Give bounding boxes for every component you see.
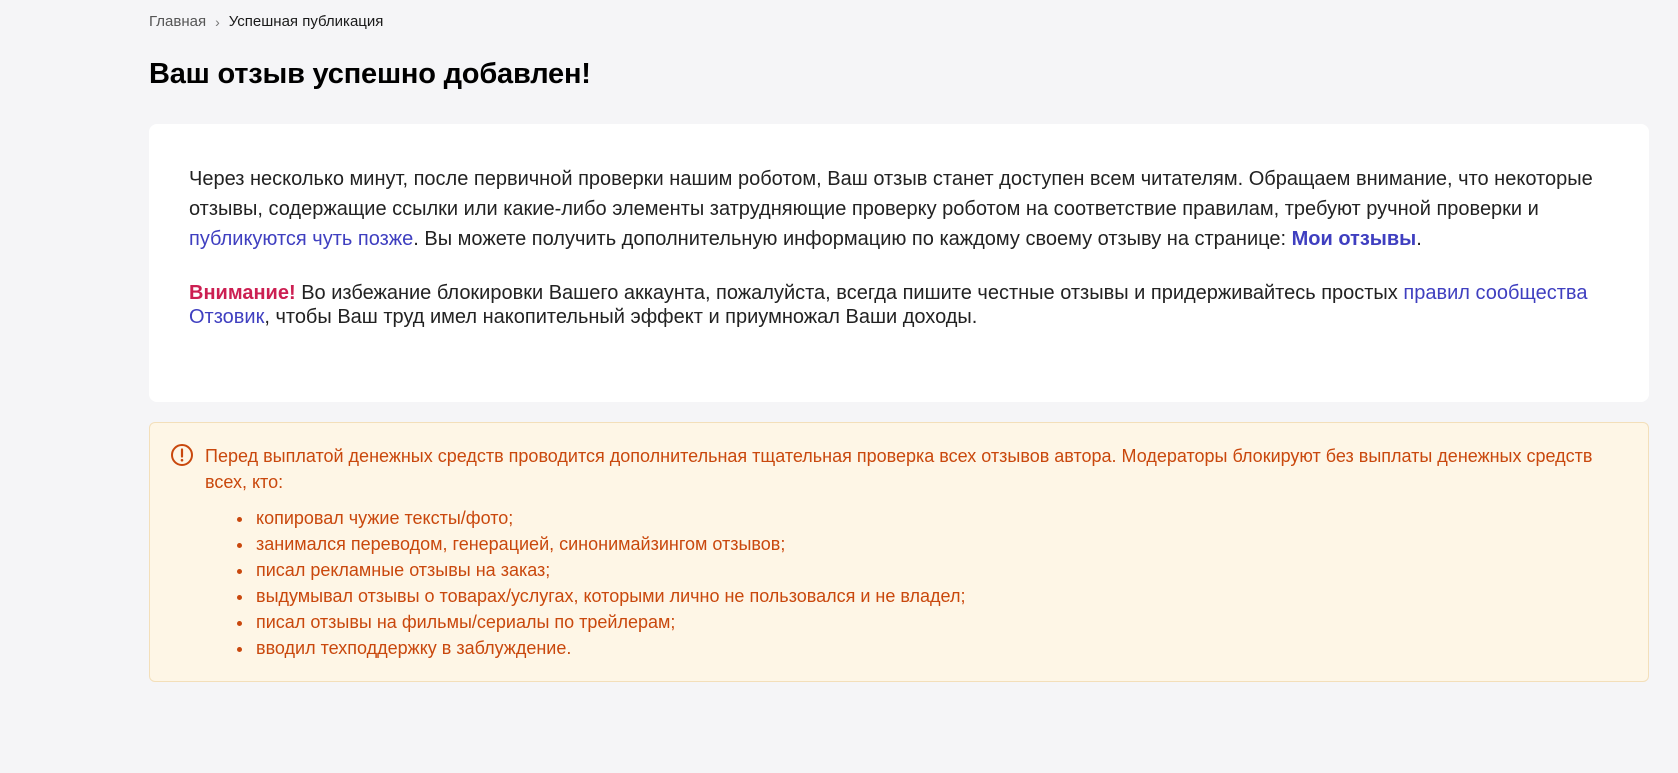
breadcrumb: Главная › Успешная публикация (149, 13, 383, 30)
list-item: вводил техподдержку в заблуждение. (254, 635, 965, 661)
warning-label: Внимание! (189, 282, 296, 304)
payout-notice: Перед выплатой денежных средств проводит… (149, 422, 1649, 682)
violations-list: копировал чужие тексты/фото; занимался п… (232, 505, 965, 661)
info-text-1: Через несколько минут, после первичной п… (189, 168, 1593, 220)
list-item: копировал чужие тексты/фото; (254, 505, 965, 531)
info-card: Через несколько минут, после первичной п… (149, 124, 1649, 402)
exclamation-circle-icon (171, 444, 193, 466)
page-title: Ваш отзыв успешно добавлен! (149, 58, 591, 90)
warning-text-1: Во избежание блокировки Вашего аккаунта,… (295, 282, 1404, 304)
list-item: выдумывал отзывы о товарах/услугах, кото… (254, 583, 965, 609)
my-reviews-link[interactable]: Мои отзывы (1292, 228, 1417, 250)
breadcrumb-separator: › (215, 13, 220, 30)
info-text-3: . (1416, 228, 1422, 250)
breadcrumb-home-link[interactable]: Главная (149, 13, 206, 30)
warning-text-2: , чтобы Ваш труд имел накопительный эффе… (264, 306, 978, 328)
breadcrumb-current: Успешная публикация (228, 13, 384, 30)
list-item: занимался переводом, генерацией, синоним… (254, 531, 965, 557)
list-item: писал рекламные отзывы на заказ; (254, 557, 965, 583)
published-later-link[interactable]: публикуются чуть позже (189, 228, 413, 250)
list-item: писал отзывы на фильмы/сериалы по трейле… (254, 609, 965, 635)
notice-text: Перед выплатой денежных средств проводит… (205, 446, 1593, 492)
warning-paragraph: Внимание! Во избежание блокировки Вашего… (189, 281, 1609, 329)
info-text-2: . Вы можете получить дополнительную инфо… (413, 228, 1292, 250)
info-paragraph: Через несколько минут, после первичной п… (189, 164, 1609, 254)
